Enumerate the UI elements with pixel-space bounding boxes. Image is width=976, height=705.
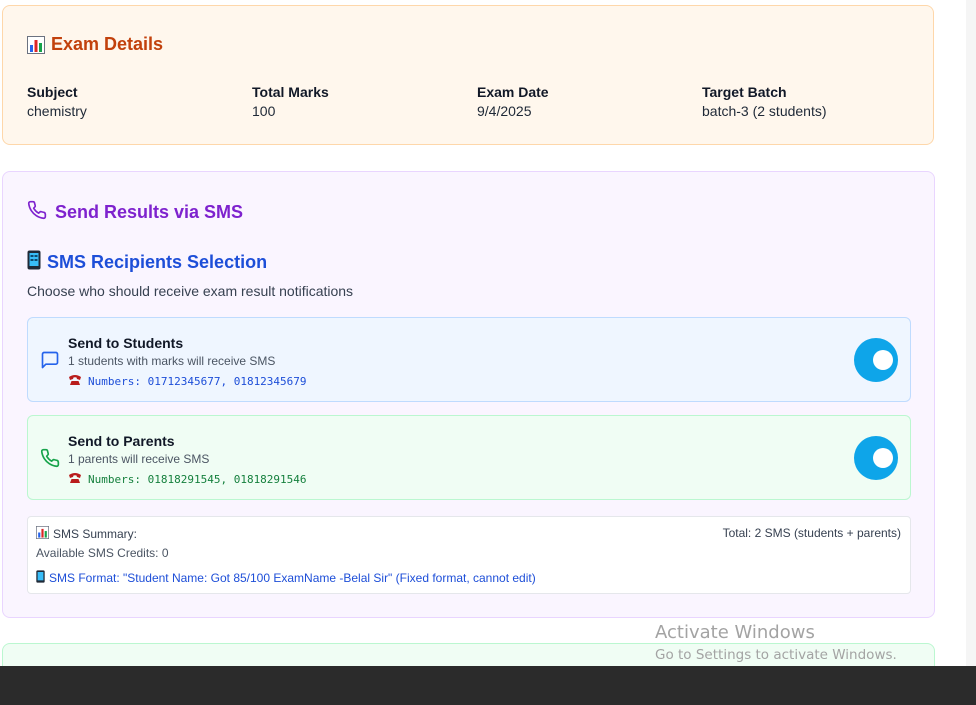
bar-chart-icon: [36, 526, 49, 542]
students-numbers: Numbers: 01712345677, 01812345679: [68, 374, 307, 389]
parents-toggle[interactable]: [854, 436, 898, 480]
detail-value: batch-3 (2 students): [702, 103, 827, 119]
detail-total-marks: Total Marks 100: [252, 84, 329, 119]
students-toggle[interactable]: [854, 338, 898, 382]
summary-heading-text: SMS Summary:: [53, 527, 138, 541]
recipients-subtitle: Choose who should receive exam result no…: [27, 283, 354, 299]
page-content: Exam Details Subject chemistry Total Mar…: [0, 0, 966, 666]
watermark-title: Activate Windows: [655, 622, 815, 643]
exam-details-card: Exam Details Subject chemistry Total Mar…: [2, 5, 934, 145]
summary-format: SMS Format: "Student Name: Got 85/100 Ex…: [36, 570, 536, 586]
detail-target-batch: Target Batch batch-3 (2 students): [702, 84, 827, 119]
bar-chart-icon: [27, 35, 45, 54]
detail-value: 9/4/2025: [477, 103, 532, 119]
summary-credits: Available SMS Credits: 0: [36, 546, 169, 560]
sms-results-card: Send Results via SMS SMS Recipients Sele…: [2, 171, 935, 618]
watermark-subtitle: Go to Settings to activate Windows.: [655, 647, 897, 663]
activate-windows-watermark: Activate Windows Go to Settings to activ…: [655, 622, 897, 663]
recipients-heading: SMS Recipients Selection: [27, 250, 267, 275]
summary-format-text: SMS Format: "Student Name: Got 85/100 Ex…: [49, 571, 536, 585]
sms-title: Send Results via SMS: [55, 202, 244, 222]
sms-heading: Send Results via SMS: [27, 200, 243, 225]
telephone-receiver-icon: [68, 472, 82, 487]
detail-label: Exam Date: [477, 84, 549, 100]
telephone-receiver-icon: [68, 374, 82, 389]
detail-label: Subject: [27, 84, 78, 100]
summary-heading: SMS Summary:: [36, 526, 137, 542]
send-to-students-option: Send to Students 1 students with marks w…: [27, 317, 911, 402]
students-option-description: 1 students with marks will receive SMS: [68, 354, 276, 368]
detail-subject: Subject chemistry: [27, 84, 87, 119]
taskbar: [0, 666, 976, 705]
message-icon: [40, 350, 60, 370]
parents-numbers-text: Numbers: 01818291545, 01818291546: [88, 473, 307, 486]
detail-label: Target Batch: [702, 84, 787, 100]
scrollbar[interactable]: [966, 0, 976, 666]
parents-option-description: 1 parents will receive SMS: [68, 452, 210, 466]
mobile-phone-icon: [36, 570, 45, 586]
send-to-parents-option: Send to Parents 1 parents will receive S…: [27, 415, 911, 500]
recipients-title: SMS Recipients Selection: [47, 252, 268, 272]
toggle-knob: [873, 350, 893, 370]
detail-value: 100: [252, 103, 276, 119]
summary-total: Total: 2 SMS (students + parents): [722, 526, 901, 540]
students-option-title: Send to Students: [68, 335, 184, 351]
students-numbers-text: Numbers: 01712345677, 01812345679: [88, 375, 307, 388]
detail-value: chemistry: [27, 103, 87, 119]
exam-details-title: Exam Details: [51, 34, 164, 54]
parents-option-title: Send to Parents: [68, 433, 175, 449]
toggle-knob: [873, 448, 893, 468]
exam-details-heading: Exam Details: [27, 34, 163, 55]
phone-icon: [40, 448, 60, 468]
detail-exam-date: Exam Date 9/4/2025: [477, 84, 549, 119]
parents-numbers: Numbers: 01818291545, 01818291546: [68, 472, 307, 487]
phone-icon: [27, 200, 47, 225]
detail-label: Total Marks: [252, 84, 329, 100]
sms-summary: SMS Summary: Total: 2 SMS (students + pa…: [27, 516, 911, 594]
mobile-phone-icon: [27, 250, 41, 275]
